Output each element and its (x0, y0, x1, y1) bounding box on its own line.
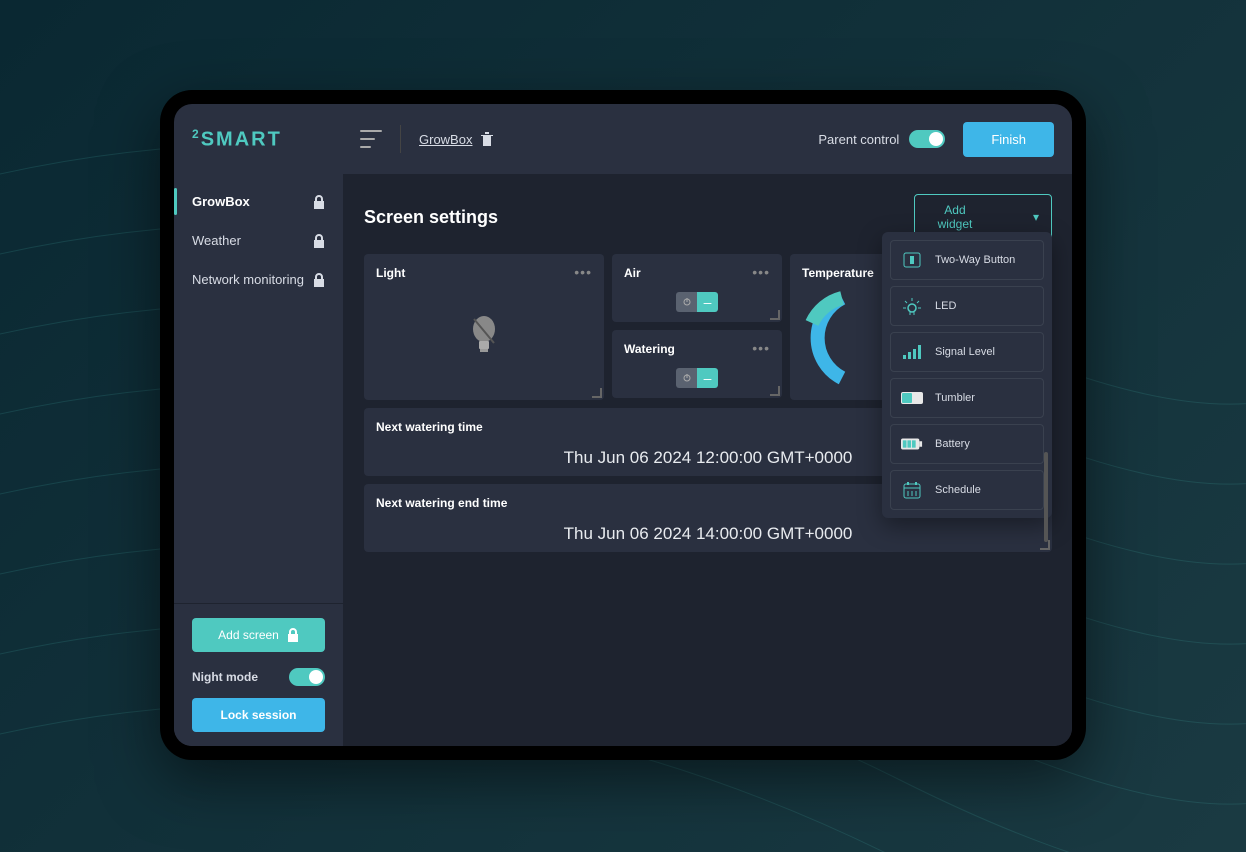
dd-item-label: LED (935, 300, 956, 312)
night-mode-toggle[interactable] (289, 668, 325, 686)
resize-handle[interactable] (770, 386, 780, 396)
lock-icon (313, 273, 325, 287)
widget-watering[interactable]: Watering ••• – (612, 330, 782, 398)
dd-item-tumbler[interactable]: Tumbler (890, 378, 1044, 418)
night-mode-label: Night mode (192, 670, 258, 684)
parent-control-toggle[interactable] (909, 130, 945, 148)
trash-icon[interactable] (480, 131, 494, 147)
chevron-down-icon: ▾ (1033, 210, 1039, 224)
sidebar: GrowBox Weather Network monitoring Add s… (174, 174, 344, 746)
air-switch[interactable]: – (676, 292, 718, 312)
menu-icon[interactable] (360, 130, 382, 148)
resize-handle[interactable] (592, 388, 602, 398)
sidebar-item-label: Network monitoring (192, 272, 304, 287)
power-icon (683, 374, 691, 382)
tablet-frame: 2SMART GrowBox Parent control Finish Gro… (160, 90, 1086, 760)
lock-session-button[interactable]: Lock session (192, 698, 325, 732)
app-screen: 2SMART GrowBox Parent control Finish Gro… (174, 104, 1072, 746)
divider (400, 125, 401, 153)
sidebar-bottom: Add screen Night mode Lock session (174, 603, 343, 746)
dd-item-label: Two-Way Button (935, 254, 1015, 266)
widget-value: Thu Jun 06 2024 14:00:00 GMT+0000 (376, 524, 1040, 544)
add-screen-button[interactable]: Add screen (192, 618, 325, 652)
brand-prefix: 2 (192, 127, 201, 141)
dd-item-led[interactable]: LED (890, 286, 1044, 326)
sidebar-item-label: Weather (192, 233, 241, 248)
finish-button[interactable]: Finish (963, 122, 1054, 157)
battery-icon (901, 433, 923, 455)
add-widget-label: Add widget (927, 203, 983, 231)
brand-logo: 2SMART (192, 127, 342, 152)
lock-icon (287, 628, 299, 642)
dd-item-signal[interactable]: Signal Level (890, 332, 1044, 372)
more-icon[interactable]: ••• (752, 340, 770, 356)
sidebar-item-growbox[interactable]: GrowBox (174, 182, 343, 221)
add-widget-dropdown: Two-Way Button LED Signal Level Tumbler … (882, 232, 1052, 518)
breadcrumb-label: GrowBox (419, 132, 472, 147)
parent-control: Parent control (818, 130, 945, 148)
topbar: 2SMART GrowBox Parent control Finish (174, 104, 1072, 174)
widget-title: Light (376, 266, 592, 280)
page-title: Screen settings (364, 207, 498, 228)
signal-icon (901, 341, 923, 363)
dd-item-schedule[interactable]: Schedule (890, 470, 1044, 510)
resize-handle[interactable] (770, 310, 780, 320)
dd-item-battery[interactable]: Battery (890, 424, 1044, 464)
dd-item-label: Signal Level (935, 346, 995, 358)
lock-icon (313, 234, 325, 248)
dd-item-label: Schedule (935, 484, 981, 496)
bulb-icon (376, 280, 592, 388)
night-mode-row: Night mode (192, 668, 325, 686)
dd-item-label: Tumbler (935, 392, 975, 404)
dropdown-scrollbar[interactable] (1044, 452, 1048, 542)
tumbler-icon (901, 387, 923, 409)
more-icon[interactable]: ••• (574, 264, 592, 280)
lock-icon (313, 195, 325, 209)
schedule-icon (901, 479, 923, 501)
sidebar-item-network[interactable]: Network monitoring (174, 260, 343, 299)
widget-title: Watering (624, 342, 770, 356)
sidebar-item-weather[interactable]: Weather (174, 221, 343, 260)
led-icon (901, 295, 923, 317)
breadcrumb[interactable]: GrowBox (419, 131, 494, 147)
two-way-icon (901, 249, 923, 271)
power-icon (683, 298, 691, 306)
widget-title: Air (624, 266, 770, 280)
dd-item-two-way[interactable]: Two-Way Button (890, 240, 1044, 280)
brand-text: SMART (201, 128, 282, 150)
more-icon[interactable]: ••• (752, 264, 770, 280)
nav-list: GrowBox Weather Network monitoring (174, 174, 343, 603)
parent-control-label: Parent control (818, 132, 899, 147)
watering-switch[interactable]: – (676, 368, 718, 388)
widget-light[interactable]: Light ••• (364, 254, 604, 400)
main-content: Screen settings Add widget ▾ Light ••• A… (344, 174, 1072, 746)
add-screen-label: Add screen (218, 628, 279, 642)
dd-item-label: Battery (935, 438, 970, 450)
widget-air[interactable]: Air ••• – (612, 254, 782, 322)
sidebar-item-label: GrowBox (192, 194, 250, 209)
